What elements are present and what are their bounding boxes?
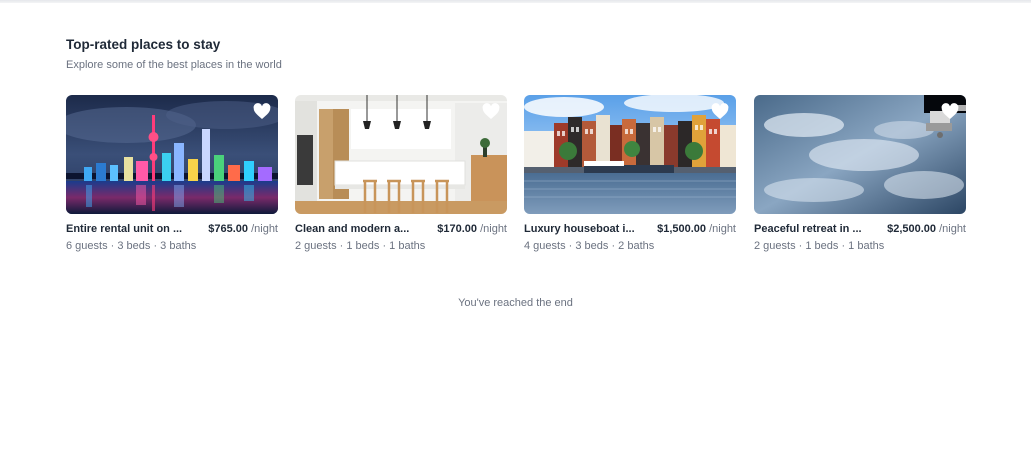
listing-photo[interactable] xyxy=(754,95,966,214)
heart-icon[interactable] xyxy=(711,103,729,120)
listing-details: 2 guests · 1 beds · 1 baths xyxy=(754,240,885,252)
listing-photo[interactable] xyxy=(524,95,736,214)
listing-price: $1,500.00 /night xyxy=(657,222,736,236)
price-unit: /night xyxy=(251,223,278,235)
price-unit: /night xyxy=(480,223,507,235)
listing-title[interactable]: Luxury houseboat i... xyxy=(524,222,635,236)
heart-icon[interactable] xyxy=(482,103,500,120)
end-of-list-message: You've reached the end xyxy=(458,297,573,309)
listing-card[interactable]: Peaceful retreat in ... $2,500.00 /night… xyxy=(754,95,966,255)
heart-icon[interactable] xyxy=(253,103,271,120)
modern-kitchen-photo xyxy=(295,95,507,214)
listing-price: $765.00 /night xyxy=(208,222,278,236)
listing-title[interactable]: Clean and modern a... xyxy=(295,222,409,236)
listing-card[interactable]: Entire rental unit on ... $765.00 /night… xyxy=(66,95,278,255)
listing-title[interactable]: Peaceful retreat in ... xyxy=(754,222,862,236)
city-skyline-photo xyxy=(66,95,278,214)
listing-details: 4 guests · 3 beds · 2 baths xyxy=(524,240,655,252)
listing-details: 6 guests · 3 beds · 3 baths xyxy=(66,240,197,252)
listing-grid: Entire rental unit on ... $765.00 /night… xyxy=(66,95,966,255)
section-subtitle: Explore some of the best places in the w… xyxy=(66,59,282,71)
section-header: Top-rated places to stay Explore some of… xyxy=(66,37,966,72)
listing-price: $2,500.00 /night xyxy=(887,222,966,236)
price-unit: /night xyxy=(709,223,736,235)
listing-card[interactable]: Clean and modern a... $170.00 /night 2 g… xyxy=(295,95,507,255)
top-divider xyxy=(0,0,1031,3)
canal-houses-photo xyxy=(524,95,736,214)
section-title: Top-rated places to stay xyxy=(66,37,221,52)
price-amount: $1,500.00 xyxy=(657,223,707,235)
price-amount: $170.00 xyxy=(437,223,478,235)
listing-photo[interactable] xyxy=(295,95,507,214)
listing-photo[interactable] xyxy=(66,95,278,214)
listing-title[interactable]: Entire rental unit on ... xyxy=(66,222,182,236)
heart-icon[interactable] xyxy=(941,103,959,120)
earth-from-space-photo xyxy=(754,95,966,214)
listing-details: 2 guests · 1 beds · 1 baths xyxy=(295,240,426,252)
listing-price: $170.00 /night xyxy=(437,222,507,236)
price-amount: $765.00 xyxy=(208,223,249,235)
price-unit: /night xyxy=(939,223,966,235)
price-amount: $2,500.00 xyxy=(887,223,937,235)
listing-card[interactable]: Luxury houseboat i... $1,500.00 /night 4… xyxy=(524,95,736,255)
